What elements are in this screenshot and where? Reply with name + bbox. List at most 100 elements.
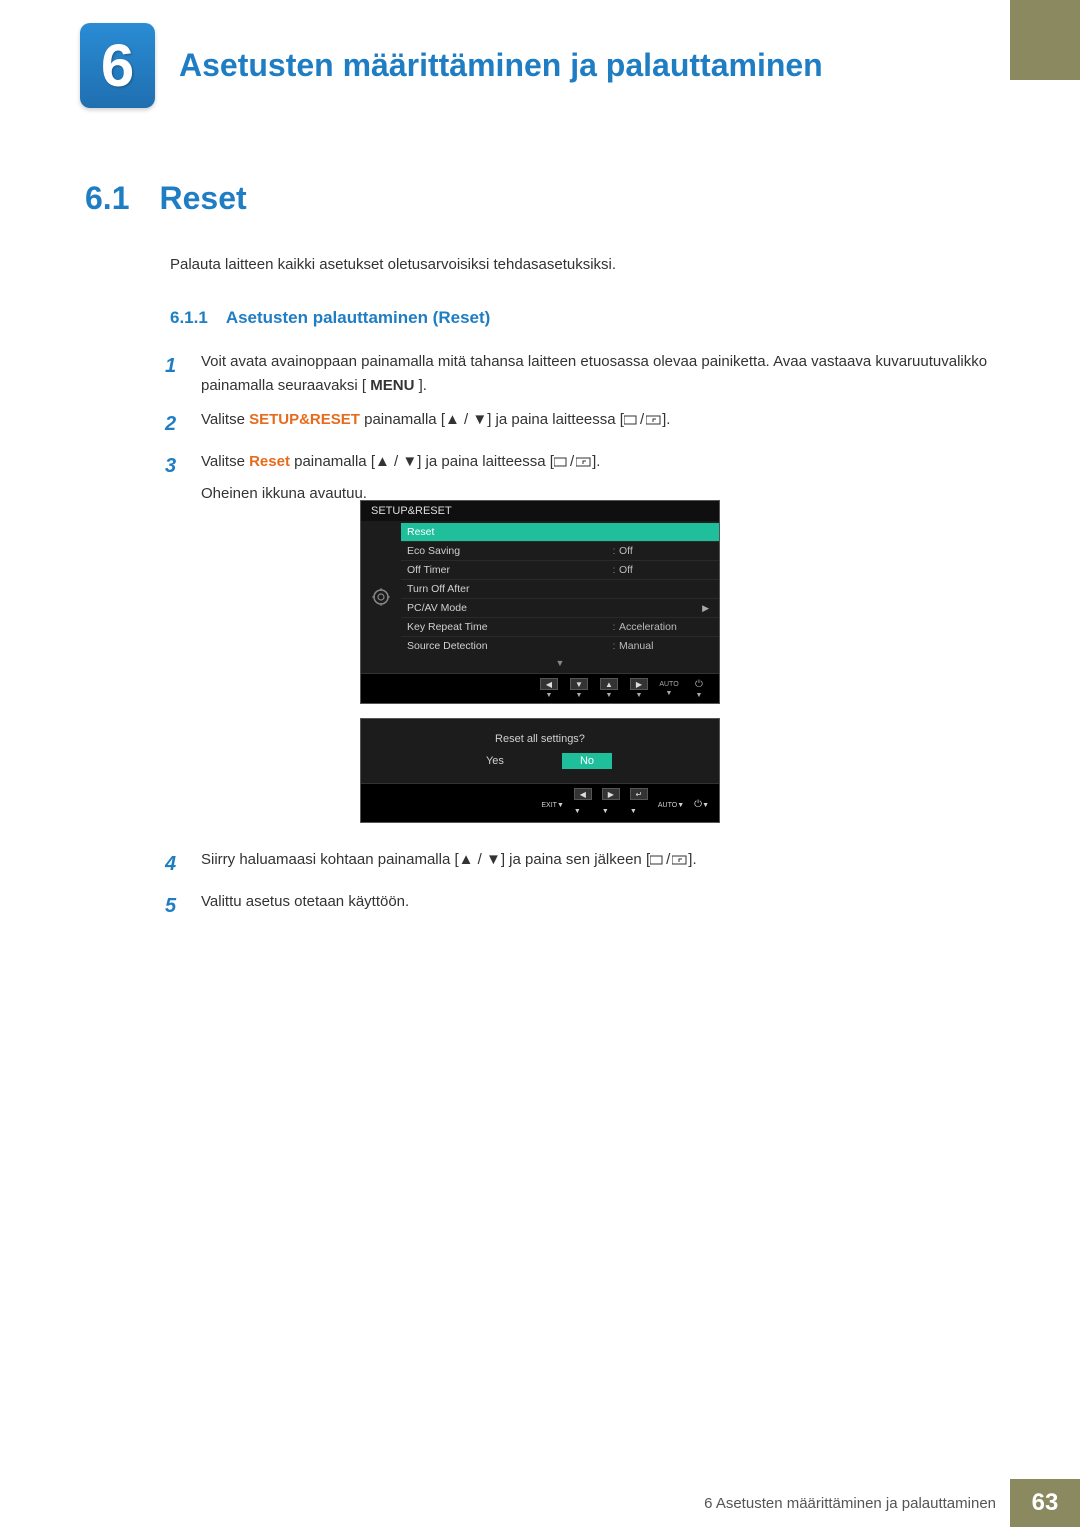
step-mid2: ] ja paina laitteessa [ [487, 411, 624, 428]
nav-auto: AUTO▼ [659, 681, 679, 697]
step-number: 3 [165, 450, 183, 506]
osd-row-source: Source Detection : Manual [401, 636, 719, 655]
subsection-heading: 6.1.1 Asetusten palauttaminen (Reset) [170, 308, 490, 328]
steps-lower: 4 Siirry haluamaasi kohtaan painamalla [… [165, 838, 1020, 922]
osd-row-sep: : [609, 621, 619, 633]
nav-right-icon: ▶▼ [602, 788, 620, 818]
osd-row-value: Acceleration [619, 621, 709, 633]
osd-list: Reset Eco Saving : Off Off Timer : Off T… [401, 521, 719, 673]
nav-power-icon: ⏻▼ [689, 679, 709, 699]
step-number: 5 [165, 890, 183, 922]
osd-row-label: Off Timer [407, 564, 609, 576]
up-down-icons: ▲ / ▼ [459, 848, 501, 872]
osd-row-label: PC/AV Mode [407, 602, 699, 614]
osd-row-offtimer: Off Timer : Off [401, 560, 719, 579]
step-number: 1 [165, 350, 183, 398]
menu-label: MENU [370, 377, 414, 394]
osd-row-turnoff: Turn Off After [401, 579, 719, 598]
step-mid: painamalla [ [360, 411, 445, 428]
nav-auto-label: AUTO [658, 802, 677, 809]
subsection-number: 6.1.1 [170, 308, 208, 328]
step-mid: ] ja paina sen jälkeen [ [501, 851, 650, 868]
osd-row-sep: : [609, 640, 619, 652]
osd-menu: SETUP&RESET Reset Eco Saving : Off Off T… [360, 500, 720, 704]
step-body: Valitse SETUP&RESET painamalla [▲ / ▼] j… [201, 408, 1020, 440]
osd-nav-bar: ◀▼ ▼▼ ▲▼ ▶▼ AUTO▼ ⏻▼ [361, 673, 719, 703]
step-highlight: Reset [249, 453, 290, 470]
osd-row-value: Off [619, 545, 709, 557]
osd-title: SETUP&RESET [361, 501, 719, 521]
chevron-right-icon: ▶ [699, 603, 709, 614]
step-pre: Valitse [201, 411, 249, 428]
osd-row-label: Turn Off After [407, 583, 709, 595]
enter-icons: / [554, 450, 592, 474]
chapter-number-box: 6 [80, 23, 155, 108]
step-5: 5 Valittu asetus otetaan käyttöön. [165, 890, 1020, 922]
footer-text: 6 Asetusten määrittäminen ja palauttamin… [690, 1479, 1010, 1527]
osd-confirm-dialog: Reset all settings? Yes No EXIT▼ ◀▼ ▶▼ ↵… [360, 718, 720, 823]
step-end: ]. [662, 411, 670, 428]
page-number: 63 [1010, 1479, 1080, 1527]
step-end: ]. [592, 453, 600, 470]
step-2: 2 Valitse SETUP&RESET painamalla [▲ / ▼]… [165, 408, 1020, 440]
nav-auto: AUTO▼ [658, 794, 684, 812]
chapter-header: 6 Asetusten määrittäminen ja palauttamin… [80, 25, 1040, 105]
osd-row-eco: Eco Saving : Off [401, 541, 719, 560]
nav-enter-icon: ↵▼ [630, 788, 648, 818]
intro-text: Palauta laitteen kaikki asetukset oletus… [170, 256, 616, 273]
nav-exit-label: EXIT [541, 802, 557, 809]
osd-confirm-question: Reset all settings? [361, 719, 719, 753]
osd-yes-button: Yes [468, 753, 522, 769]
osd-screenshots: SETUP&RESET Reset Eco Saving : Off Off T… [360, 500, 720, 823]
step-number: 4 [165, 848, 183, 880]
osd-side-icon [361, 521, 401, 673]
chapter-number: 6 [101, 31, 134, 100]
osd-body: Reset Eco Saving : Off Off Timer : Off T… [361, 521, 719, 673]
osd-row-label: Key Repeat Time [407, 621, 609, 633]
step-text-b: ]. [419, 377, 427, 394]
osd-row-value: Manual [619, 640, 709, 652]
osd-row-label: Eco Saving [407, 545, 609, 557]
osd-scroll-down-icon: ▼ [401, 655, 719, 671]
section-heading: 6.1 Reset [85, 180, 247, 217]
step-body: Siirry haluamaasi kohtaan painamalla [▲ … [201, 848, 1020, 880]
step-pre: Siirry haluamaasi kohtaan painamalla [ [201, 851, 459, 868]
step-pre: Valitse [201, 453, 249, 470]
osd-row-reset: Reset [401, 523, 719, 541]
step-mid: painamalla [ [290, 453, 375, 470]
step-body: Valitse Reset painamalla [▲ / ▼] ja pain… [201, 450, 1020, 506]
step-4: 4 Siirry haluamaasi kohtaan painamalla [… [165, 848, 1020, 880]
subsection-title: Asetusten palauttaminen (Reset) [226, 308, 491, 328]
steps-upper: 1 Voit avata avainoppaan painamalla mitä… [165, 340, 1020, 506]
nav-down-icon: ▼▼ [569, 678, 589, 699]
enter-icons: / [624, 408, 662, 432]
nav-up-icon: ▲▼ [599, 678, 619, 699]
osd-row-value: Off [619, 564, 709, 576]
section-number: 6.1 [85, 180, 129, 217]
step-3: 3 Valitse Reset painamalla [▲ / ▼] ja pa… [165, 450, 1020, 506]
step-highlight: SETUP&RESET [249, 411, 360, 428]
osd-confirm-buttons: Yes No [361, 753, 719, 783]
nav-exit: EXIT▼ [541, 794, 564, 812]
nav-power-icon: ⏻▼ [694, 794, 709, 812]
step-mid2: ] ja paina laitteessa [ [417, 453, 554, 470]
step-body: Voit avata avainoppaan painamalla mitä t… [201, 350, 1020, 398]
step-end: ]. [688, 851, 696, 868]
enter-icons: / [650, 848, 688, 872]
osd-row-sep: : [609, 545, 619, 557]
step-text: Voit avata avainoppaan painamalla mitä t… [201, 353, 987, 394]
nav-auto-label: AUTO [659, 681, 678, 688]
osd-row-label: Source Detection [407, 640, 609, 652]
nav-left-icon: ◀▼ [574, 788, 592, 818]
osd-row-keyrepeat: Key Repeat Time : Acceleration [401, 617, 719, 636]
osd-no-button: No [562, 753, 612, 769]
chapter-title: Asetusten määrittäminen ja palauttaminen [179, 47, 823, 84]
up-down-icons: ▲ / ▼ [375, 450, 417, 474]
osd-row-label: Reset [407, 526, 709, 538]
osd-row-sep: : [609, 564, 619, 576]
step-body: Valittu asetus otetaan käyttöön. [201, 890, 1020, 922]
step-number: 2 [165, 408, 183, 440]
nav-left-icon: ◀▼ [539, 678, 559, 699]
page-footer: 6 Asetusten määrittäminen ja palauttamin… [0, 1479, 1080, 1527]
osd-confirm-nav: EXIT▼ ◀▼ ▶▼ ↵▼ AUTO▼ ⏻▼ [361, 783, 719, 822]
